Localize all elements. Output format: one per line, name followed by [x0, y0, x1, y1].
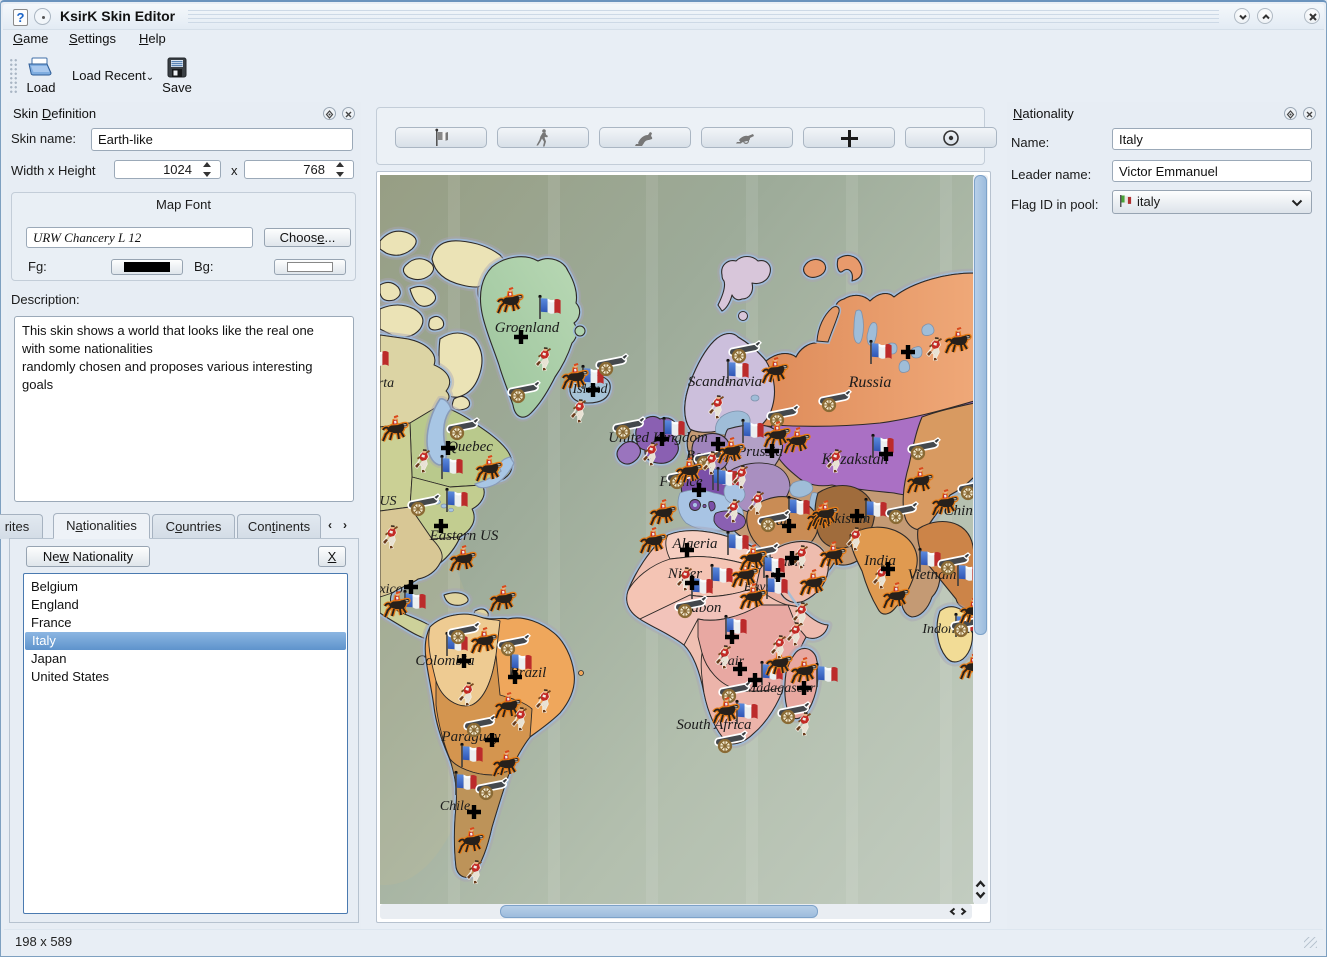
- svg-text:Chile: Chile: [440, 799, 470, 814]
- svg-text:US: US: [380, 494, 397, 509]
- svg-text:rta: rta: [380, 376, 394, 391]
- svg-text:Scandinavia: Scandinavia: [688, 374, 762, 390]
- svg-text:Russia: Russia: [848, 374, 892, 391]
- svg-text:Groenland: Groenland: [495, 320, 560, 336]
- svg-text:Algeria: Algeria: [672, 536, 718, 552]
- svg-text:India: India: [863, 553, 896, 569]
